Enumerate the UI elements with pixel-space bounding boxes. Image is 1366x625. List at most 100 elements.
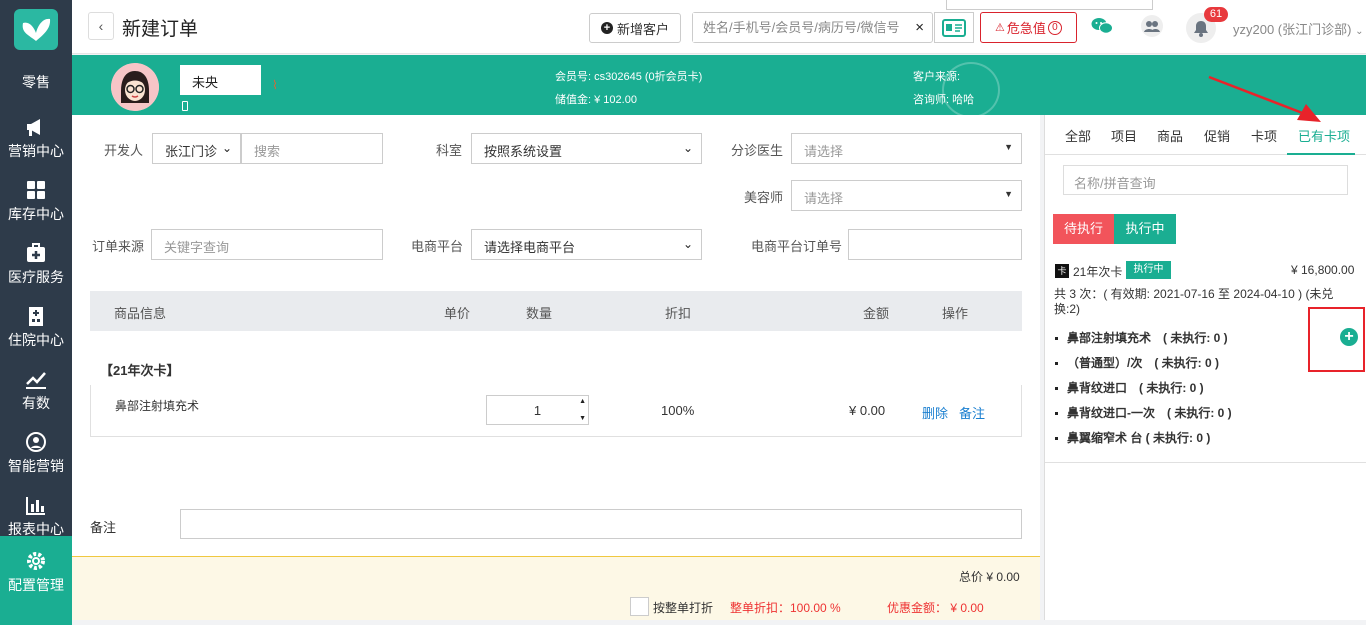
chevron-left-icon: ‹	[98, 18, 104, 34]
nav-label: 智能营销	[8, 458, 64, 474]
card-price: ¥ 16,800.00	[1291, 263, 1355, 277]
tab-promotions[interactable]: 促销	[1204, 126, 1230, 145]
customer-name: 未央	[180, 65, 261, 95]
app-logo[interactable]	[14, 9, 58, 50]
col-product: 商品信息	[114, 306, 167, 321]
order-source-label: 订单来源	[92, 239, 145, 254]
col-qty: 数量	[526, 306, 553, 321]
tab-cards[interactable]: 卡项	[1251, 126, 1277, 145]
stamp-watermark	[942, 62, 1000, 118]
col-discount: 折扣	[665, 306, 692, 321]
total-price: 总价 ¥ 0.00	[959, 570, 1020, 584]
id-card-icon	[942, 18, 966, 37]
active-tab-indicator	[1287, 153, 1355, 155]
back-button[interactable]: ‹	[88, 12, 114, 40]
dept-label: 科室	[436, 143, 463, 158]
bullet-icon	[1055, 412, 1058, 416]
nav-config-management[interactable]: 配置管理	[0, 536, 72, 625]
chevron-down-icon: ⌄	[1355, 26, 1364, 37]
tab-projects[interactable]: 项目	[1111, 126, 1137, 145]
new-customer-button[interactable]: + 新增客户	[589, 13, 681, 43]
order-source-input[interactable]: 关键字查询	[151, 229, 383, 260]
nav-medical-service[interactable]: 医疗服务	[0, 234, 72, 297]
beautician-select[interactable]: 请选择 ▼	[791, 180, 1022, 211]
clear-icon[interactable]: ×	[915, 19, 924, 36]
card-item[interactable]: 鼻背纹进口-一次 ( 未执行: 0 )	[1055, 404, 1232, 421]
bar-chart-icon	[26, 497, 45, 515]
dept-select[interactable]: 按照系统设置 ⌄	[471, 133, 702, 164]
annotation-highlight-box	[1308, 307, 1365, 372]
member-number: 会员号: cs302645 (0折会员卡)	[555, 71, 703, 83]
whole-discount-checkbox[interactable]	[630, 597, 649, 616]
customer-search-input[interactable]	[693, 13, 903, 42]
ecom-order-input[interactable]	[848, 229, 1022, 260]
team-icon[interactable]	[1140, 15, 1164, 37]
tab-products[interactable]: 商品	[1157, 126, 1183, 145]
top-bar: ‹ 新建订单 + 新增客户 × ⚠ 危急值 0 61 yzy200 (张江门诊部…	[72, 0, 1366, 54]
delete-link[interactable]: 删除	[922, 403, 948, 422]
developer-label: 开发人	[104, 143, 144, 158]
triage-doctor-select[interactable]: 请选择 ▼	[791, 133, 1022, 164]
remark-input[interactable]	[180, 509, 1022, 539]
developer-search-input[interactable]: 搜索	[241, 133, 383, 164]
chevron-down-icon: ⌄	[682, 141, 693, 155]
card-icon: 卡	[1055, 264, 1069, 278]
annotation-arrow-icon	[1208, 75, 1321, 122]
card-item[interactable]: 鼻部注射填充术 ( 未执行: 0 )	[1055, 329, 1228, 346]
id-card-button[interactable]	[934, 12, 974, 43]
wechat-icon[interactable]	[1091, 16, 1113, 36]
user-menu[interactable]: yzy200 (张江门诊部) ⌄	[1233, 19, 1363, 38]
discount-value: 100%	[661, 403, 695, 418]
chevron-down-icon: ⌄	[682, 237, 693, 251]
card-item[interactable]: 鼻翼缩窄术 台 ( 未执行: 0 )	[1055, 429, 1210, 446]
nav-analytics[interactable]: 有数	[0, 360, 72, 423]
card-name: 21年次卡	[1073, 265, 1123, 279]
nav-label: 医疗服务	[8, 269, 64, 285]
nav-label: 库存中心	[8, 206, 64, 222]
note-link[interactable]: 备注	[959, 403, 985, 422]
executing-filter-button[interactable]: 执行中	[1114, 214, 1176, 244]
line-chart-icon	[26, 372, 46, 389]
quantity-stepper[interactable]: 1 ▲ ▼	[486, 395, 589, 425]
item-search-input[interactable]: 名称/拼音查询	[1063, 165, 1348, 195]
caret-down-icon: ▼	[1004, 142, 1013, 152]
col-actions: 操作	[942, 306, 969, 321]
nav-retail[interactable]: 零售	[0, 72, 72, 92]
customer-bar: 未央 ⌇ 会员号: cs302645 (0折会员卡) 储值金: ¥ 102.00…	[72, 55, 1366, 118]
customer-search: ×	[692, 12, 933, 43]
phone-icon	[182, 101, 188, 111]
divider	[1045, 462, 1366, 463]
nav-inventory-center[interactable]: 库存中心	[0, 171, 72, 234]
butterfly-logo-icon	[22, 18, 51, 41]
bullet-icon	[1055, 387, 1058, 391]
nav-inpatient-center[interactable]: 住院中心	[0, 297, 72, 360]
card-item[interactable]: （普通型）/次 ( 未执行: 0 )	[1055, 354, 1219, 371]
nav-label: 有数	[22, 395, 50, 411]
nav-smart-marketing[interactable]: 智能营销	[0, 423, 72, 486]
remark-label: 备注	[90, 520, 117, 535]
developer-select[interactable]: 张江门诊 ⌄	[152, 133, 241, 164]
tab-owned-cards[interactable]: 已有卡项	[1298, 126, 1350, 145]
pending-filter-button[interactable]: 待执行	[1053, 214, 1114, 244]
nav-label: 住院中心	[8, 332, 64, 348]
sidebar: 零售 营销中心 库存中心 医疗服务 住院中心 有数 智能营销 报表中心 配置管理	[0, 0, 72, 625]
ecom-platform-select[interactable]: 请选择电商平台 ⌄	[471, 229, 702, 260]
danger-value-button[interactable]: ⚠ 危急值 0	[980, 12, 1077, 43]
ecom-platform-label: 电商平台	[411, 239, 464, 254]
tag-icon[interactable]: ⌇	[272, 78, 278, 92]
caret-down-icon: ▼	[1004, 189, 1013, 199]
beautician-label: 美容师	[744, 190, 784, 205]
page-title: 新建订单	[122, 19, 199, 40]
tab-all[interactable]: 全部	[1065, 126, 1091, 145]
hospital-icon	[29, 307, 43, 326]
table-row: 鼻部注射填充术 1 ▲ ▼ 100% ¥ 0.00 删除 备注	[90, 385, 1022, 437]
card-item[interactable]: 鼻背纹进口 ( 未执行: 0 )	[1055, 379, 1204, 396]
product-name: 鼻部注射填充术	[115, 399, 200, 413]
decrement-icon[interactable]: ▼	[579, 415, 586, 422]
new-customer-label: 新增客户	[616, 21, 669, 37]
increment-icon[interactable]: ▲	[579, 398, 586, 405]
order-summary: 总价 ¥ 0.00 按整单打折 整单折扣：100.00 % 优惠金额： ¥ 0.…	[72, 556, 1040, 620]
user-name: yzy200 (张江门诊部)	[1233, 22, 1352, 37]
nav-marketing-center[interactable]: 营销中心	[0, 108, 72, 171]
gear-icon	[27, 552, 45, 570]
